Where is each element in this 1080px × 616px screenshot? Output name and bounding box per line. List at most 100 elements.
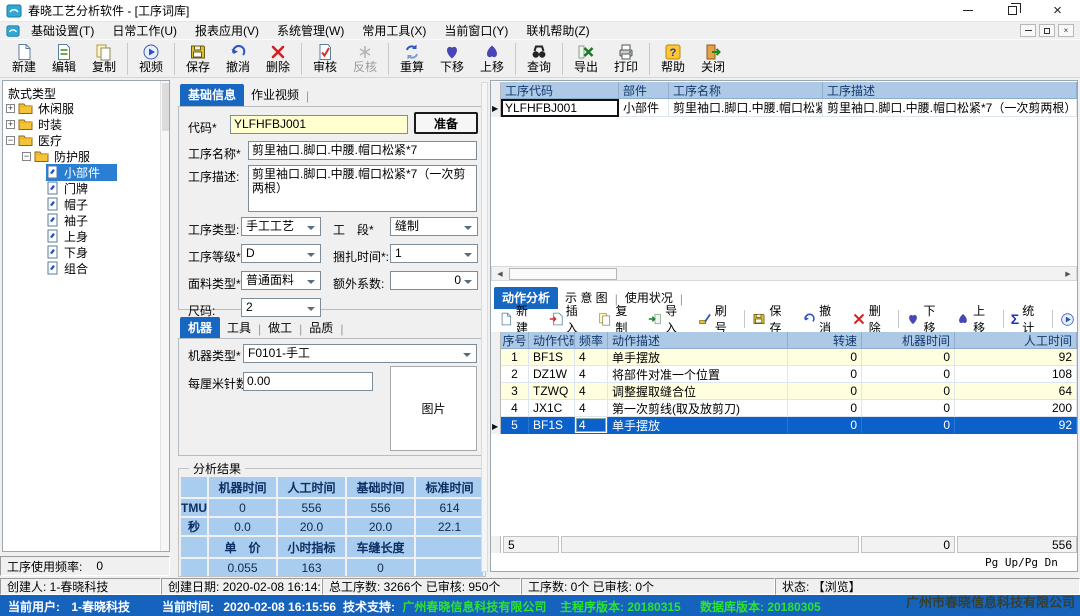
tree-scrollbar-thumb[interactable] [162, 83, 169, 131]
menu-basic-settings[interactable]: 基础设置(T) [22, 22, 103, 39]
stitches-per-cm-input[interactable]: 0.00 [243, 372, 373, 391]
action-cell-selected[interactable]: 92 [955, 417, 1077, 434]
mdi-restore-button[interactable] [1039, 24, 1055, 37]
sidebar-item-upper-body[interactable]: 上身 [46, 228, 91, 244]
action-cell[interactable]: TZWQ [529, 383, 575, 400]
expand-minus-icon[interactable] [6, 136, 15, 145]
menu-tools[interactable]: 常用工具(X) [353, 22, 435, 39]
print-button[interactable]: 打印 [606, 40, 646, 77]
action-cell[interactable]: BF1S [529, 349, 575, 366]
sidebar-item-combination[interactable]: 组合 [46, 260, 91, 276]
action-move-up-button[interactable]: 上移 [951, 308, 1001, 330]
sidebar-item-sleeve[interactable]: 袖子 [46, 212, 91, 228]
action-cell[interactable]: DZ1W [529, 366, 575, 383]
action-cell[interactable]: 1 [501, 349, 529, 366]
tab-basic-info[interactable]: 基础信息 [180, 84, 244, 106]
sidebar-item-hat[interactable]: 帽子 [46, 196, 91, 212]
action-new-button[interactable]: 新建 [494, 308, 544, 330]
action-renumber-button[interactable]: 刷号 [693, 308, 743, 330]
sidebar-item-lower-body[interactable]: 下身 [46, 244, 91, 260]
scroll-left-icon[interactable]: ◀ [493, 268, 507, 280]
recalc-button[interactable]: 重算 [392, 40, 432, 77]
delete-button[interactable]: 删除 [258, 40, 298, 77]
edit-button[interactable]: 编辑 [44, 40, 84, 77]
action-move-down-button[interactable]: 下移 [901, 308, 951, 330]
tree-scrollbar[interactable] [160, 81, 169, 551]
mdi-minimize-button[interactable] [1020, 24, 1036, 37]
machine-type-select[interactable]: F0101-手工 [243, 344, 477, 363]
grade-select[interactable]: D [241, 244, 321, 263]
move-down-button[interactable]: 下移 [432, 40, 472, 77]
action-cell[interactable]: 0 [862, 383, 955, 400]
extra-factor-select[interactable]: 0 [390, 271, 478, 290]
sidebar-item-small-parts[interactable]: 小部件 [46, 164, 117, 180]
action-cell[interactable]: 4 [575, 383, 608, 400]
save-button[interactable]: 保存 [178, 40, 218, 77]
minimize-button[interactable] [945, 0, 990, 22]
action-cell[interactable]: 0 [862, 349, 955, 366]
size-select[interactable]: 2 [241, 298, 321, 317]
action-cell[interactable]: 64 [955, 383, 1077, 400]
action-cell[interactable]: 4 [501, 400, 529, 417]
bundle-time-select[interactable]: 1 [390, 244, 478, 263]
action-play-button[interactable] [1055, 308, 1080, 330]
hscrollbar-thumb[interactable] [509, 268, 617, 280]
close-button[interactable]: × [1035, 0, 1080, 22]
move-up-button[interactable]: 上移 [472, 40, 512, 77]
sidebar-item-medical[interactable]: 医疗 [6, 132, 65, 148]
action-cell-selected[interactable]: 5 [501, 417, 529, 434]
action-cell[interactable]: 0 [862, 366, 955, 383]
process-cell-name[interactable]: 剪里袖口.脚口.中腰.帽口松紧*7 [669, 99, 823, 117]
action-cell-editing[interactable]: 4 [575, 417, 608, 434]
process-table-hscrollbar[interactable]: ◀ ▶ [491, 266, 1077, 281]
action-cell[interactable]: 108 [955, 366, 1077, 383]
action-cell[interactable]: 将部件对准一个位置 [608, 366, 788, 383]
action-cell[interactable]: 0 [788, 349, 862, 366]
sidebar-item-protective-suit[interactable]: 防护服 [22, 148, 93, 164]
action-cell[interactable]: 4 [575, 349, 608, 366]
action-cell-selected[interactable]: 0 [788, 417, 862, 434]
action-cell-selected[interactable]: BF1S [529, 417, 575, 434]
expand-plus-icon[interactable] [6, 104, 15, 113]
action-cell[interactable]: 0 [788, 400, 862, 417]
tab-tool[interactable]: 工具 [220, 317, 258, 339]
copy-button[interactable]: 复制 [84, 40, 124, 77]
expand-minus-icon[interactable] [22, 152, 31, 161]
export-button[interactable]: 导出 [566, 40, 606, 77]
action-import-button[interactable]: 导入 [643, 308, 693, 330]
action-undo-button[interactable]: 撤消 [797, 308, 847, 330]
menu-reports[interactable]: 报表应用(V) [186, 22, 268, 39]
action-cell[interactable]: 0 [788, 366, 862, 383]
sidebar-item-casual-wear[interactable]: 休闲服 [6, 100, 77, 116]
sidebar-item-fashion[interactable]: 时装 [6, 116, 65, 132]
process-cell-part[interactable]: 小部件 [619, 99, 669, 117]
sidebar-item-door-tag[interactable]: 门牌 [46, 180, 91, 196]
help-button[interactable]: ? 帮助 [653, 40, 693, 77]
action-cell[interactable]: 单手摆放 [608, 349, 788, 366]
action-cell-selected[interactable]: 单手摆放 [608, 417, 788, 434]
action-cell-selected[interactable]: 0 [862, 417, 955, 434]
tab-machine[interactable]: 机器 [180, 317, 220, 339]
process-type-select[interactable]: 手工工艺 [241, 217, 321, 236]
action-cell[interactable]: 92 [955, 349, 1077, 366]
menu-daily-work[interactable]: 日常工作(U) [103, 22, 186, 39]
video-button[interactable]: 视频 [131, 40, 171, 77]
action-cell[interactable]: 0 [862, 400, 955, 417]
action-copy-button[interactable]: 复制 [593, 308, 643, 330]
action-delete-button[interactable]: 删除 [847, 308, 897, 330]
mdi-close-button[interactable]: × [1058, 24, 1074, 37]
action-cell[interactable]: 3 [501, 383, 529, 400]
action-cell[interactable]: JX1C [529, 400, 575, 417]
undo-button[interactable]: 撤消 [218, 40, 258, 77]
process-name-input[interactable]: 剪里袖口.脚口.中腰.帽口松紧*7 [248, 141, 477, 160]
menu-system[interactable]: 系统管理(W) [268, 22, 353, 39]
fabric-type-select[interactable]: 普通面料 [241, 271, 321, 290]
action-save-button[interactable]: 保存 [747, 308, 797, 330]
stage-select[interactable]: 缝制 [390, 217, 478, 236]
search-button[interactable]: 查询 [519, 40, 559, 77]
restore-button[interactable] [990, 0, 1035, 22]
new-button[interactable]: 新建 [4, 40, 44, 77]
menu-current-window[interactable]: 当前窗口(Y) [435, 22, 517, 39]
action-insert-button[interactable]: 插入 [544, 308, 594, 330]
action-stats-button[interactable]: Σ 统计 [1006, 308, 1050, 330]
